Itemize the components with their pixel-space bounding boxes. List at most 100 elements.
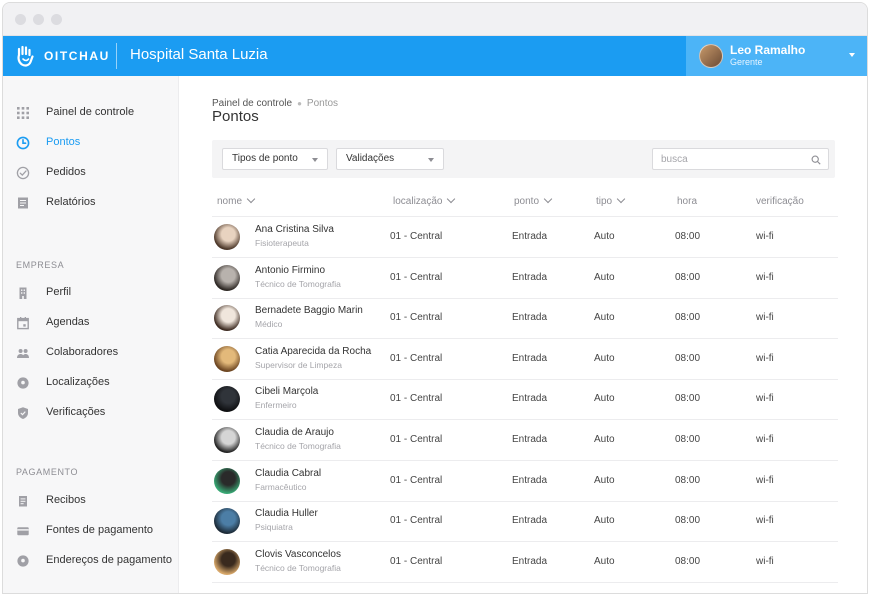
table-header: nome localização ponto tipo hora verific…: [212, 192, 838, 217]
chevron-down-icon: [616, 194, 626, 204]
table-row[interactable]: Antonio Firmino Técnico de Tomografia 01 -…: [212, 258, 838, 299]
window-close-dot[interactable]: [15, 14, 26, 25]
breadcrumb-separator-icon: ●: [297, 99, 302, 108]
avatar: [214, 508, 240, 535]
employee-name[interactable]: Bernadete Baggio Marin: [255, 305, 363, 316]
employee-name[interactable]: Claudia Cabral: [255, 468, 321, 479]
chevron-down-icon: [428, 158, 434, 162]
user-name: Leo Ramalho: [730, 43, 806, 57]
employee-name[interactable]: Claudia de Araujo: [255, 427, 334, 438]
cell-localizacao: 01 - Central: [390, 312, 443, 324]
report-icon: [18, 197, 28, 209]
validacoes-select[interactable]: Validações: [336, 148, 444, 170]
table-row[interactable]: Catia Aparecida da Rocha Supervisor de Li…: [212, 339, 838, 380]
sidebar-item-perfil[interactable]: Perfil: [3, 282, 179, 304]
sidebar-item-agendas[interactable]: Agendas: [3, 312, 179, 334]
employee-role: Técnico de Tomografia: [255, 562, 341, 573]
grid-icon: [17, 107, 29, 119]
column-header-tipo[interactable]: tipo: [596, 194, 626, 207]
sidebar-item-enderecos[interactable]: Endereços de pagamento: [3, 550, 179, 572]
chevron-down-icon: [246, 194, 256, 204]
sidebar-item-pontos[interactable]: Pontos: [3, 132, 179, 154]
hand-logo-icon: [17, 45, 34, 67]
sidebar-item-colaboradores[interactable]: Colaboradores: [3, 342, 179, 364]
section-title-empresa: EMPRESA: [16, 260, 65, 270]
user-menu[interactable]: Leo Ramalho Gerente: [686, 36, 867, 76]
cell-verificacao: wi-fi: [756, 231, 774, 242]
cell-ponto: Entrada: [512, 474, 548, 486]
sidebar-item-pedidos[interactable]: Pedidos: [3, 162, 179, 184]
table-row[interactable]: Ana Cristina Silva Fisioterapeuta 01 - Cen…: [212, 217, 838, 258]
sidebar-item-recibos[interactable]: Recibos: [3, 490, 179, 512]
employee-name[interactable]: Antonio Firmino: [255, 265, 325, 276]
table-row[interactable]: Bernadete Baggio Marin Médico 01 - Central…: [212, 298, 838, 340]
search-icon[interactable]: [811, 155, 821, 165]
cell-ponto: Entrada: [512, 231, 548, 242]
employee-role: Médico: [255, 319, 283, 330]
sidebar-item-label: Pontos: [46, 136, 81, 148]
column-header-nome[interactable]: nome: [217, 194, 256, 207]
tipos-de-ponto-select[interactable]: Tipos de ponto: [222, 148, 328, 170]
sidebar-item-localizacoes[interactable]: Localizações: [3, 372, 179, 394]
sidebar-item-label: Perfil: [46, 286, 72, 298]
avatar: [214, 305, 240, 332]
building-icon: [19, 287, 27, 299]
section-title-pagamento: PAGAMENTO: [16, 467, 79, 477]
cell-tipo: Auto: [594, 271, 615, 283]
search-input[interactable]: [652, 148, 829, 170]
cell-verificacao: wi-fi: [756, 352, 774, 364]
avatar: [214, 224, 240, 250]
employee-name[interactable]: Cibeli Marçola: [255, 386, 318, 397]
user-avatar: [699, 44, 723, 68]
cell-tipo: Auto: [594, 555, 615, 567]
avatar: [214, 427, 240, 453]
employee-name[interactable]: Clovis Vasconcelos: [255, 549, 341, 560]
sidebar-item-fontes[interactable]: Fontes de pagamento: [3, 520, 179, 542]
cell-verificacao: wi-fi: [756, 474, 774, 486]
table-row[interactable]: Clovis Vasconcelos Técnico de Tomografia 0…: [212, 542, 838, 583]
cell-tipo: Auto: [594, 231, 615, 242]
shield-icon: [18, 407, 28, 419]
employee-name[interactable]: Ana Cristina Silva: [255, 224, 334, 235]
column-header-localizacao[interactable]: localização: [393, 194, 456, 207]
employee-role: Técnico de Tomografia: [255, 441, 341, 451]
cell-hora: 08:00: [675, 352, 701, 364]
employee-name[interactable]: Claudia Huller: [255, 508, 318, 519]
sidebar-item-label: Verificações: [46, 406, 106, 418]
validacoes-select-label: Validações: [346, 153, 395, 164]
user-role: Gerente: [730, 57, 763, 67]
table-row[interactable]: Cibeli Marçola Enfermeiro 01 - Central Entr…: [212, 379, 838, 421]
avatar: [214, 548, 240, 575]
cell-verificacao: wi-fi: [756, 312, 774, 324]
sidebar-item-label: Agendas: [46, 316, 90, 328]
sidebar-item-relatorios[interactable]: Relatórios: [3, 192, 179, 214]
column-header-verificacao[interactable]: verificação: [756, 196, 804, 207]
hospital-name: Hospital Santa Luzia: [130, 46, 268, 63]
cell-ponto: Entrada: [512, 271, 548, 283]
cell-ponto: Entrada: [512, 352, 548, 364]
window-maximize-dot[interactable]: [51, 14, 62, 25]
cell-ponto: Entrada: [512, 515, 548, 527]
sidebar-item-label: Relatórios: [46, 196, 96, 208]
sidebar-item-verificacoes[interactable]: Verificações: [3, 402, 179, 424]
cell-ponto: Entrada: [512, 393, 548, 405]
sidebar-item-painel[interactable]: Painel de controle: [3, 102, 179, 124]
sidebar-item-label: Pedidos: [46, 166, 86, 178]
table-row[interactable]: Claudia Cabral Farmacêutico 01 - Central En…: [212, 461, 838, 502]
table-row[interactable]: Claudia Huller Psiquiatra 01 - Central Entr…: [212, 501, 838, 543]
top-bar: OITCHAU Hospital Santa Luzia Leo Ramalho…: [3, 36, 867, 76]
tipos-select-label: Tipos de ponto: [232, 153, 298, 164]
table-row[interactable]: Claudia de Araujo Técnico de Tomografia 01…: [212, 420, 838, 461]
window-minimize-dot[interactable]: [33, 14, 44, 25]
employee-name[interactable]: Catia Aparecida da Rocha: [255, 346, 371, 357]
column-header-ponto[interactable]: ponto: [514, 194, 553, 207]
cell-localizacao: 01 - Central: [390, 231, 443, 242]
cell-localizacao: 01 - Central: [390, 474, 443, 486]
employee-role: Fisioterapeuta: [255, 238, 309, 248]
cell-verificacao: wi-fi: [756, 271, 774, 283]
sidebar-item-label: Recibos: [46, 494, 86, 506]
calendar-icon: [17, 317, 29, 330]
cell-tipo: Auto: [594, 352, 615, 364]
column-header-hora[interactable]: hora: [677, 196, 697, 207]
brand-name[interactable]: OITCHAU: [44, 49, 110, 63]
